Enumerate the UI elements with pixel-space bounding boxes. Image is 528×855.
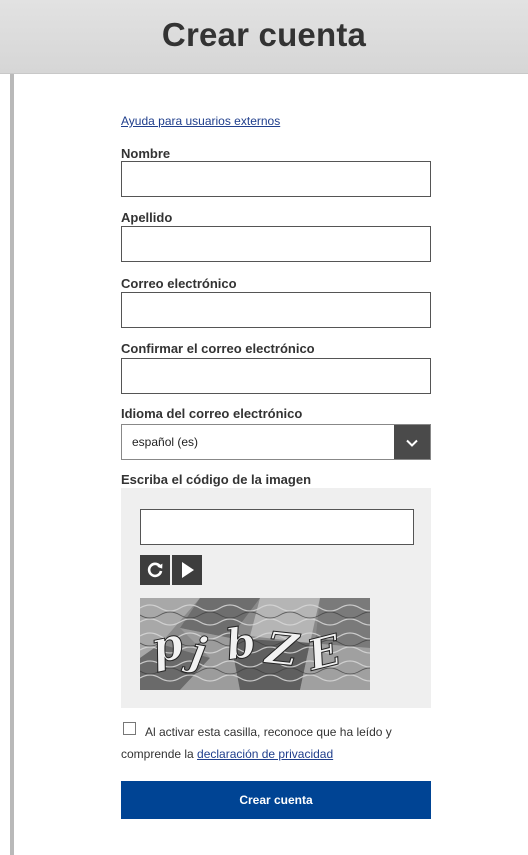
privacy-consent-text: Al activar esta casilla, reconoce que ha… bbox=[121, 721, 441, 765]
captcha-image: p j b Z E bbox=[140, 598, 370, 690]
play-audio-icon bbox=[182, 562, 194, 578]
email-language-select[interactable]: español (es) bbox=[121, 424, 431, 460]
confirm-email-label: Confirmar el correo electrónico bbox=[121, 341, 315, 356]
captcha-refresh-button[interactable] bbox=[140, 555, 170, 585]
create-account-page: Crear cuenta Ayuda para usuarios externo… bbox=[0, 0, 528, 855]
help-external-users-link[interactable]: Ayuda para usuarios externos bbox=[121, 114, 280, 128]
dropdown-button[interactable] bbox=[394, 425, 430, 459]
captcha-audio-button[interactable] bbox=[172, 555, 202, 585]
captcha-label: Escriba el código de la imagen bbox=[121, 472, 312, 487]
last-name-label: Apellido bbox=[121, 210, 173, 225]
last-name-input[interactable] bbox=[121, 226, 431, 262]
captcha-panel: p j b Z E bbox=[121, 488, 431, 708]
first-name-label: Nombre bbox=[121, 146, 171, 161]
page-header: Crear cuenta bbox=[0, 0, 528, 74]
captcha-input[interactable] bbox=[140, 509, 414, 545]
privacy-statement-link[interactable]: declaración de privacidad bbox=[197, 747, 333, 761]
email-language-label: Idioma del correo electrónico bbox=[121, 406, 303, 421]
create-account-button[interactable]: Crear cuenta bbox=[121, 781, 431, 819]
email-input[interactable] bbox=[121, 292, 431, 328]
chevron-down-icon bbox=[406, 439, 418, 447]
email-label: Correo electrónico bbox=[121, 276, 237, 291]
refresh-icon bbox=[147, 562, 163, 578]
left-border bbox=[10, 74, 14, 855]
email-language-value: español (es) bbox=[132, 435, 199, 449]
page-title: Crear cuenta bbox=[161, 16, 367, 53]
first-name-input[interactable] bbox=[121, 161, 431, 197]
confirm-email-input[interactable] bbox=[121, 358, 431, 394]
